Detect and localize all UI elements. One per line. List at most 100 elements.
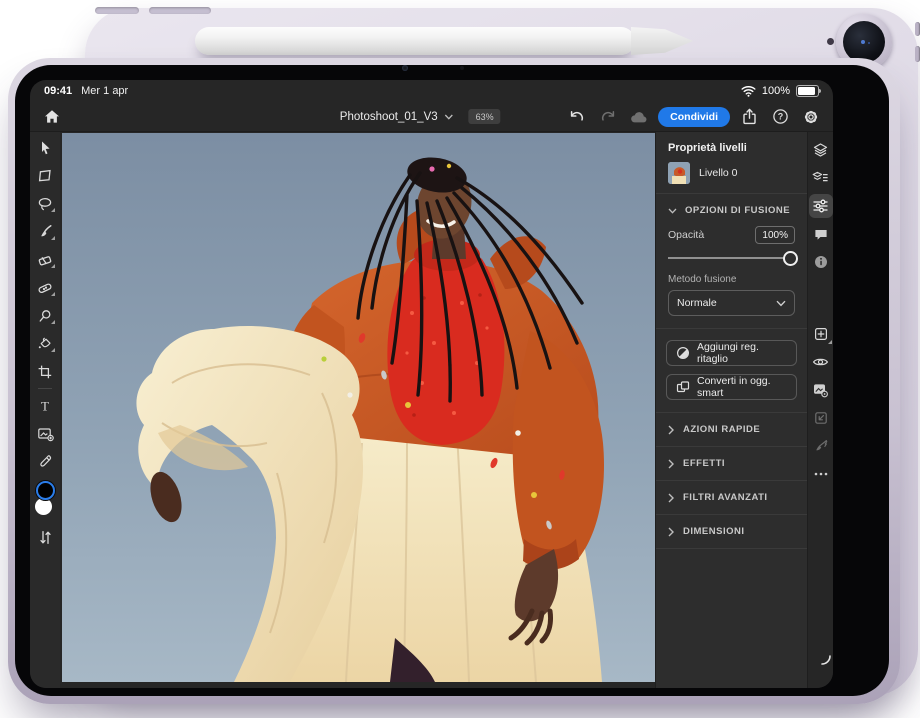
background-color-swatch[interactable] bbox=[35, 498, 52, 515]
crop-icon bbox=[37, 364, 53, 380]
eye-icon bbox=[812, 355, 829, 369]
opacity-label: Opacità bbox=[668, 229, 704, 241]
section-dimensions[interactable]: DIMENSIONI bbox=[656, 515, 807, 549]
convert-smart-object-button[interactable]: Converti in ogg. smart bbox=[666, 374, 797, 400]
zoom-level-badge[interactable]: 63% bbox=[469, 109, 501, 124]
layers-button[interactable] bbox=[809, 138, 833, 162]
wifi-icon bbox=[741, 85, 756, 97]
top-mic-slot bbox=[149, 7, 211, 14]
cloud-sync-button[interactable] bbox=[627, 105, 651, 129]
add-layer-button[interactable] bbox=[809, 322, 833, 346]
document-title-menu[interactable]: Photoshoot_01_V3 63% bbox=[340, 109, 501, 124]
eraser-tool[interactable] bbox=[36, 251, 54, 268]
effects-brush-button[interactable] bbox=[809, 434, 833, 458]
brush-tool[interactable] bbox=[36, 223, 54, 240]
layer-visibility-button[interactable] bbox=[809, 350, 833, 374]
blend-mode-dropdown[interactable]: Normale bbox=[668, 290, 795, 316]
layer-thumbnail bbox=[668, 162, 690, 184]
svg-text:T: T bbox=[41, 398, 49, 413]
apple-pencil-tip bbox=[631, 27, 693, 55]
swap-colors-button[interactable] bbox=[36, 529, 54, 546]
eyedropper-tool[interactable] bbox=[36, 453, 54, 470]
home-icon bbox=[44, 109, 60, 124]
svg-text:?: ? bbox=[777, 112, 783, 122]
tool-rail-divider bbox=[38, 388, 52, 389]
undo-icon bbox=[569, 109, 586, 124]
chevron-down-icon bbox=[668, 208, 677, 214]
chevron-down-icon bbox=[445, 114, 454, 120]
home-button[interactable] bbox=[40, 105, 64, 129]
foreground-background-colors[interactable] bbox=[34, 481, 56, 518]
document-canvas[interactable] bbox=[62, 133, 655, 682]
camera-glint bbox=[861, 40, 865, 44]
type-icon: T bbox=[37, 398, 53, 414]
layer-row[interactable]: Livello 0 bbox=[656, 161, 807, 193]
eyedropper-icon bbox=[37, 454, 53, 470]
volume-button-up bbox=[915, 22, 920, 36]
place-image-icon bbox=[37, 426, 54, 442]
battery-percent: 100% bbox=[762, 85, 790, 97]
layer-info-button[interactable] bbox=[809, 250, 833, 274]
layer-mask-button[interactable] bbox=[809, 378, 833, 402]
opacity-slider[interactable] bbox=[668, 257, 793, 259]
document-title: Photoshoot_01_V3 bbox=[340, 111, 438, 123]
smart-object-icon bbox=[676, 380, 690, 394]
date: Mer 1 apr bbox=[81, 85, 128, 97]
panel-resize-handle[interactable] bbox=[821, 652, 831, 670]
clone-stamp-tool[interactable] bbox=[36, 307, 54, 324]
transform-tool[interactable] bbox=[36, 167, 54, 184]
apple-pencil bbox=[195, 27, 695, 55]
paint-bucket-icon bbox=[37, 336, 53, 352]
rear-mic-dot bbox=[827, 38, 834, 45]
share-button[interactable]: Condividi bbox=[658, 107, 730, 127]
layer-details-button[interactable] bbox=[809, 166, 833, 190]
add-layer-icon bbox=[813, 326, 829, 342]
comment-bubble-icon bbox=[813, 227, 829, 242]
settings-button[interactable] bbox=[799, 105, 823, 129]
top-toolbar: Photoshoot_01_V3 63% bbox=[30, 102, 833, 132]
volume-button-down bbox=[915, 46, 920, 62]
section-quick-actions[interactable]: AZIONI RAPIDE bbox=[656, 413, 807, 447]
foreground-color-swatch[interactable] bbox=[36, 481, 55, 500]
opacity-row: Opacità 100% bbox=[656, 225, 807, 244]
healing-brush-tool[interactable] bbox=[36, 279, 54, 296]
panel-title: Proprietà livelli bbox=[656, 132, 807, 161]
photoshop-app-screen: 09:41 Mer 1 apr 100% Photoshoot_01_V3 bbox=[30, 80, 833, 688]
layer-details-icon bbox=[812, 170, 829, 186]
layers-icon bbox=[812, 142, 829, 158]
eraser-icon bbox=[37, 252, 53, 268]
send-icon bbox=[813, 410, 829, 426]
comments-button[interactable] bbox=[809, 222, 833, 246]
swap-arrows-icon bbox=[39, 530, 52, 545]
layer-properties-panel: Proprietà livelli Livello 0 OPZIONI DI F… bbox=[655, 132, 807, 688]
crop-tool[interactable] bbox=[36, 363, 54, 380]
layer-mask-icon bbox=[812, 382, 829, 398]
apple-pencil-body bbox=[195, 27, 635, 55]
add-clipping-adjustment-button[interactable]: Aggiungi reg. ritaglio bbox=[666, 340, 797, 366]
gear-icon bbox=[802, 108, 820, 126]
lasso-select-tool[interactable] bbox=[36, 195, 54, 212]
place-image-tool[interactable] bbox=[36, 425, 54, 442]
send-to-button[interactable] bbox=[809, 406, 833, 430]
opacity-slider-knob[interactable] bbox=[783, 251, 798, 266]
scene: 09:41 Mer 1 apr 100% Photoshoot_01_V3 bbox=[0, 0, 920, 718]
ellipsis-icon bbox=[813, 471, 829, 477]
export-button[interactable] bbox=[737, 105, 761, 129]
help-button[interactable]: ? bbox=[768, 105, 792, 129]
adjustment-icon bbox=[676, 346, 690, 360]
section-effects[interactable]: EFFETTI bbox=[656, 447, 807, 481]
paint-bucket-tool[interactable] bbox=[36, 335, 54, 352]
more-options-button[interactable] bbox=[809, 462, 833, 486]
type-tool[interactable]: T bbox=[36, 397, 54, 414]
blend-options-header[interactable]: OPZIONI DI FUSIONE bbox=[656, 194, 807, 225]
move-tool[interactable] bbox=[36, 139, 54, 156]
opacity-value[interactable]: 100% bbox=[755, 226, 795, 244]
undo-button[interactable] bbox=[565, 105, 589, 129]
chevron-right-icon bbox=[668, 425, 674, 435]
section-advanced-filters[interactable]: FILTRI AVANZATI bbox=[656, 481, 807, 515]
top-button bbox=[95, 7, 139, 14]
properties-button[interactable] bbox=[809, 194, 833, 218]
front-sensor bbox=[460, 66, 464, 70]
taskbar-right bbox=[807, 132, 833, 688]
redo-button[interactable] bbox=[596, 105, 620, 129]
